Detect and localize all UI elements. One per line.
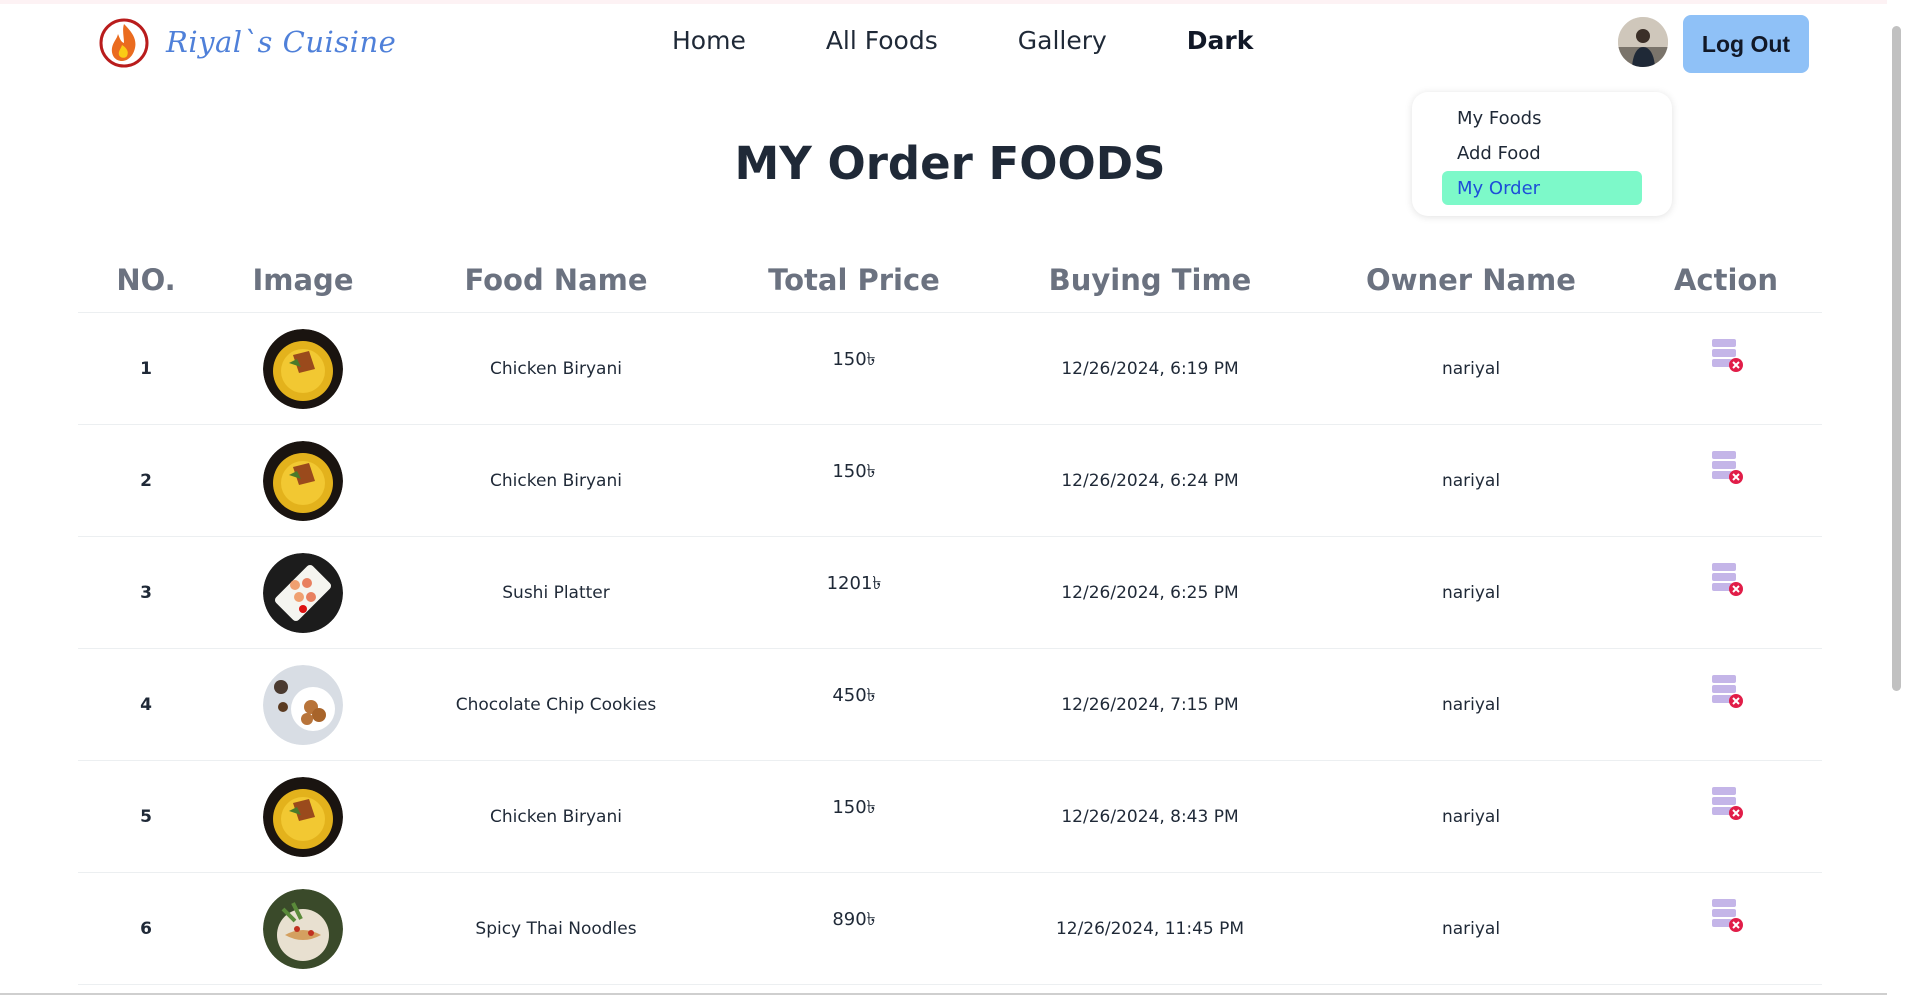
- owner-name: nariyal: [1441, 582, 1501, 603]
- table-header: NO. Image Food Name Total Price Buying T…: [78, 248, 1822, 313]
- row-number: 6: [140, 918, 152, 939]
- row-number: 2: [140, 470, 152, 491]
- food-name: Spicy Thai Noodles: [475, 918, 637, 939]
- user-avatar-image: [1618, 17, 1668, 67]
- food-thumbnail-biryani: [263, 776, 343, 857]
- table-row: 6 Spicy Thai Noodles 890৳ 12/26/2024, 11…: [78, 873, 1822, 985]
- col-header-action: Action: [1673, 263, 1778, 297]
- owner-name: nariyal: [1441, 918, 1501, 939]
- buying-time: 12/26/2024, 8:43 PM: [1061, 806, 1239, 827]
- theme-toggle-dark[interactable]: Dark: [1187, 26, 1254, 55]
- owner-name: nariyal: [1441, 470, 1501, 491]
- total-price: 150৳: [832, 797, 876, 818]
- total-price: 890৳: [832, 909, 876, 930]
- delete-order-icon[interactable]: [1706, 671, 1746, 715]
- table-row: 4 Chocolate Chip Cookies 450৳ 12/26/2024…: [78, 649, 1822, 761]
- delete-order-icon[interactable]: [1706, 335, 1746, 379]
- col-header-food-name: Food Name: [464, 263, 648, 297]
- nav-gallery[interactable]: Gallery: [1018, 26, 1107, 55]
- col-header-image: Image: [252, 263, 354, 297]
- main-nav: Home All Foods Gallery Dark: [672, 26, 1333, 55]
- delete-order-icon[interactable]: [1706, 895, 1746, 939]
- table-row: 5 Chicken Biryani 150৳ 12/26/2024, 8:43 …: [78, 761, 1822, 873]
- brand-name[interactable]: Riyal`s Cuisine: [166, 25, 396, 59]
- table-row: 3 Sushi Platter 1201৳ 12/26/2024, 6:25 P…: [78, 537, 1822, 649]
- flame-logo-icon: [99, 18, 149, 68]
- total-price: 150৳: [832, 349, 876, 370]
- table-row: 1 Chicken Biryani 150৳ 12/26/2024, 6:19 …: [78, 313, 1822, 425]
- buying-time: 12/26/2024, 6:19 PM: [1061, 358, 1239, 379]
- food-thumbnail-biryani: [263, 440, 343, 521]
- user-avatar[interactable]: [1618, 17, 1668, 67]
- food-name: Sushi Platter: [502, 582, 610, 603]
- col-header-owner-name: Owner Name: [1366, 263, 1576, 297]
- menu-item-my-foods[interactable]: My Foods: [1442, 101, 1642, 135]
- food-name: Chocolate Chip Cookies: [455, 694, 657, 715]
- delete-order-icon[interactable]: [1706, 447, 1746, 491]
- row-number: 1: [140, 358, 152, 379]
- brand-logo[interactable]: Riyal`s Cuisine: [98, 15, 396, 69]
- food-name: Chicken Biryani: [490, 358, 622, 379]
- owner-name: nariyal: [1441, 694, 1501, 715]
- food-thumbnail-sushi: [263, 552, 343, 633]
- logout-button[interactable]: Log Out: [1683, 15, 1809, 73]
- row-number: 3: [140, 582, 152, 603]
- food-thumbnail-noodles: [263, 888, 343, 969]
- delete-order-icon[interactable]: [1706, 783, 1746, 827]
- total-price: 1201৳: [826, 573, 882, 594]
- buying-time: 12/26/2024, 6:25 PM: [1061, 582, 1239, 603]
- buying-time: 12/26/2024, 6:24 PM: [1061, 470, 1239, 491]
- row-number: 5: [140, 806, 152, 827]
- table-row: 2 Chicken Biryani 150৳ 12/26/2024, 6:24 …: [78, 425, 1822, 537]
- buying-time: 12/26/2024, 11:45 PM: [1055, 918, 1245, 939]
- orders-table: NO. Image Food Name Total Price Buying T…: [78, 248, 1822, 985]
- food-name: Chicken Biryani: [490, 470, 622, 491]
- col-header-no: NO.: [116, 263, 176, 297]
- vertical-scrollbar[interactable]: [1887, 0, 1905, 995]
- owner-name: nariyal: [1441, 358, 1501, 379]
- scrollbar-thumb[interactable]: [1892, 26, 1901, 691]
- food-thumbnail-biryani: [263, 328, 343, 409]
- total-price: 450৳: [832, 685, 876, 706]
- food-name: Chicken Biryani: [490, 806, 622, 827]
- col-header-buying-time: Buying Time: [1048, 263, 1252, 297]
- delete-order-icon[interactable]: [1706, 559, 1746, 603]
- page-title: MY Order FOODS: [734, 137, 1166, 190]
- top-border: [0, 0, 1905, 4]
- nav-home[interactable]: Home: [672, 26, 746, 55]
- food-thumbnail-cookies: [263, 664, 343, 745]
- total-price: 150৳: [832, 461, 876, 482]
- col-header-total-price: Total Price: [768, 263, 940, 297]
- buying-time: 12/26/2024, 7:15 PM: [1061, 694, 1239, 715]
- nav-all-foods[interactable]: All Foods: [826, 26, 938, 55]
- owner-name: nariyal: [1441, 806, 1501, 827]
- row-number: 4: [140, 694, 152, 715]
